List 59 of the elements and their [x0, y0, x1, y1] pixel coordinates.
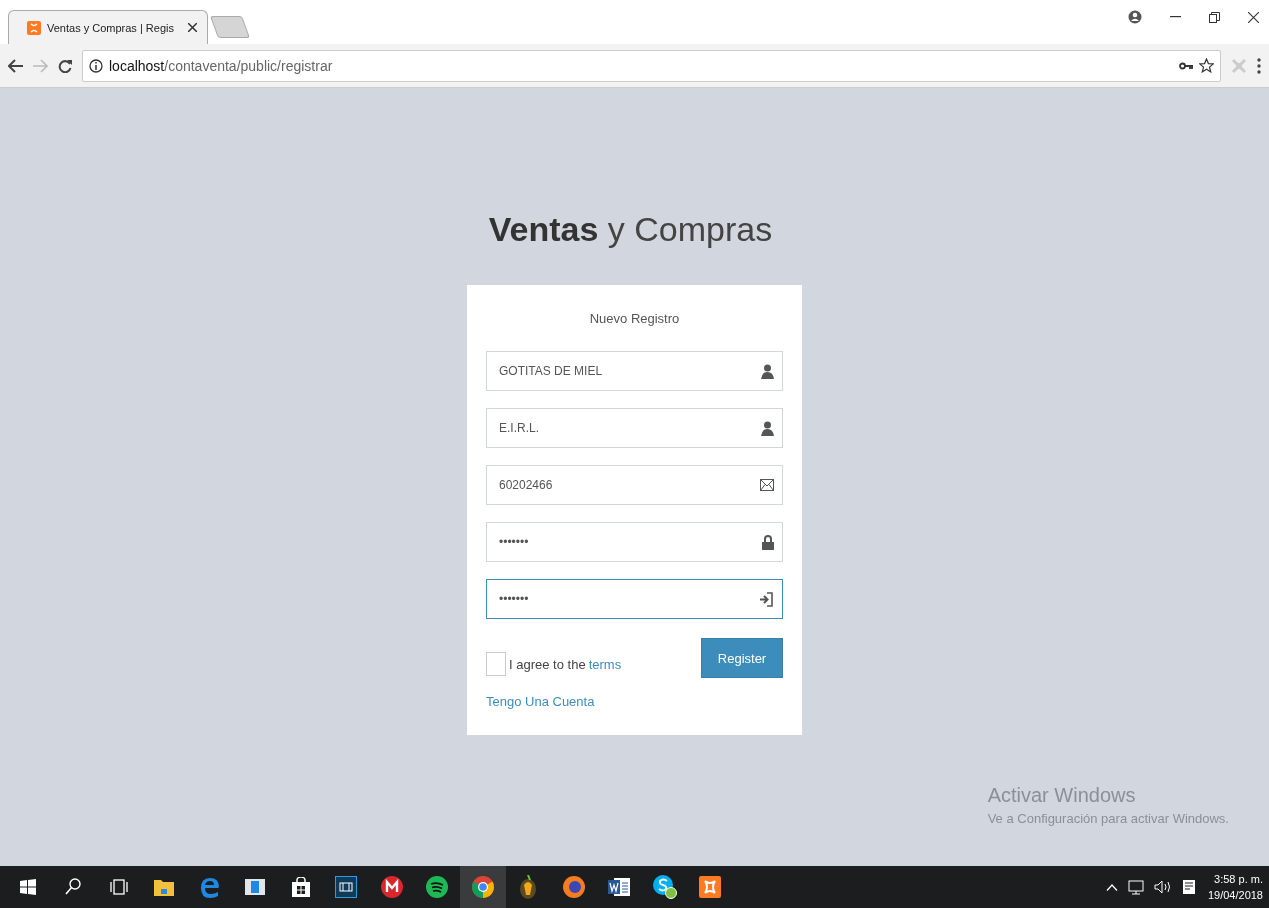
input-field[interactable]: ••••••• — [486, 522, 783, 562]
m-logo-icon[interactable] — [380, 876, 403, 898]
user-icon — [761, 363, 774, 379]
input-field[interactable]: E.I.R.L. — [486, 408, 783, 448]
lock-icon — [762, 534, 774, 550]
windows-logo-icon[interactable] — [19, 879, 36, 895]
chevron-up-icon[interactable] — [1105, 883, 1118, 891]
input-field[interactable]: ••••••• — [486, 579, 783, 619]
user-icon — [761, 420, 774, 436]
site-logo: Ventas y Compras — [488, 210, 773, 249]
key-icon[interactable] — [1179, 61, 1193, 70]
profile-icon[interactable] — [1128, 10, 1142, 24]
restore-icon[interactable] — [1209, 11, 1220, 23]
menu-icon[interactable] — [1257, 57, 1261, 74]
e-logo-icon[interactable] — [199, 876, 220, 898]
task-view-icon[interactable] — [109, 879, 128, 895]
url-host: localhost — [109, 57, 165, 74]
browser-logo-icon[interactable] — [471, 876, 494, 898]
close-icon[interactable] — [188, 23, 197, 32]
sound-waves-logo-icon[interactable] — [426, 876, 449, 898]
window-icon[interactable] — [245, 879, 266, 895]
document-w-icon[interactable] — [608, 877, 631, 897]
info-icon — [89, 58, 103, 73]
terms-link[interactable]: terms — [588, 656, 622, 672]
back-arrow-icon[interactable] — [8, 58, 23, 73]
x-logo-icon[interactable] — [699, 876, 722, 898]
folder-icon[interactable] — [154, 878, 175, 896]
notification-icon[interactable] — [1181, 879, 1198, 895]
clock-date: 19/04/2018 — [1207, 888, 1263, 903]
s-logo-icon[interactable] — [652, 875, 677, 899]
film-icon[interactable] — [335, 876, 358, 898]
form-title: Nuevo Registro — [588, 311, 681, 326]
input-field[interactable]: GOTITAS DE MIEL — [486, 351, 783, 391]
close-icon[interactable] — [1248, 11, 1259, 23]
envelope-icon — [760, 479, 774, 491]
browser-tab[interactable]: Ventas y Compras | Regis — [8, 10, 208, 44]
activation-message: Ve a Configuración para activar Windows. — [987, 811, 1229, 826]
fruit-logo-icon[interactable] — [518, 875, 539, 899]
sign-in-icon — [759, 591, 774, 607]
minimize-icon[interactable] — [1170, 16, 1181, 18]
tab-title: Ventas y Compras | Regis — [47, 21, 175, 34]
shopping-bag-icon[interactable] — [291, 877, 310, 897]
address-bar[interactable]: localhost/contaventa/public/registrar — [82, 49, 1221, 82]
network-icon[interactable] — [1127, 879, 1144, 895]
search-icon[interactable] — [65, 878, 82, 896]
input-field[interactable]: 60202466 — [486, 465, 783, 505]
reload-icon[interactable] — [58, 58, 72, 73]
star-icon[interactable] — [1199, 58, 1214, 73]
x-logo-icon — [27, 20, 41, 35]
agree-checkbox[interactable] — [486, 652, 506, 676]
agree-label: I agree to the — [509, 656, 586, 672]
url-path: /contaventa/public/registrar — [164, 57, 334, 74]
fox-logo-icon[interactable] — [562, 876, 585, 898]
register-button[interactable]: Register — [701, 638, 783, 678]
login-link[interactable]: Tengo Una Cuenta — [486, 694, 783, 709]
speaker-icon[interactable] — [1153, 880, 1172, 894]
taskbar-clock[interactable]: 3:58 p. m. 19/04/2018 — [1207, 871, 1263, 903]
activation-title: Activar Windows — [987, 784, 1137, 807]
clock-time: 3:58 p. m. — [1214, 872, 1263, 887]
